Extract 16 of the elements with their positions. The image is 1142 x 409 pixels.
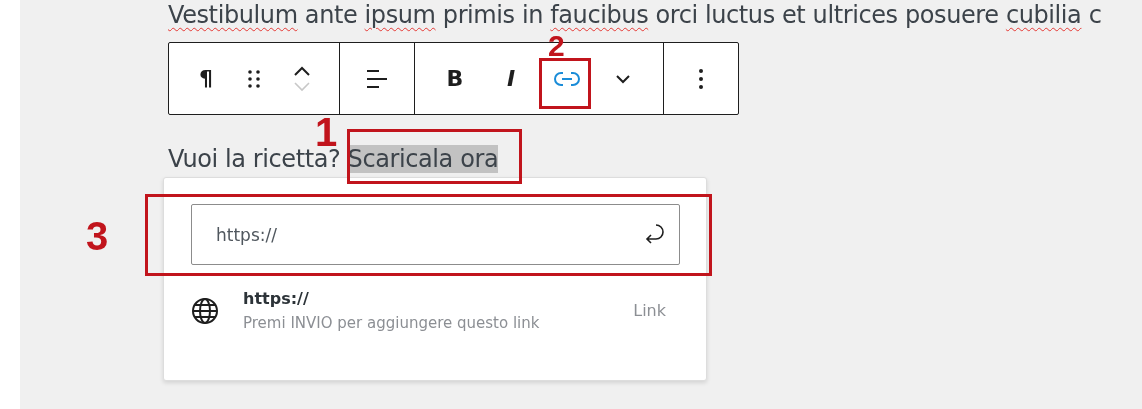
more-vertical-icon — [698, 67, 704, 90]
globe-icon — [191, 296, 219, 325]
chevron-down-icon — [615, 73, 631, 84]
paragraph-button[interactable]: ¶ — [182, 55, 230, 102]
paragraph-text: Vestibulum ante ipsum primis in faucibus orci luctus et ultrices posuere cubilia c — [168, 0, 1102, 30]
link-icon — [554, 70, 580, 87]
italic-button[interactable]: I — [483, 55, 539, 102]
url-input-field[interactable]: https:// — [191, 204, 680, 265]
move-up-icon[interactable] — [293, 65, 311, 77]
suggestion-title[interactable]: https:// — [243, 289, 634, 308]
suggestion-type: Link — [633, 301, 666, 320]
bold-button[interactable]: B — [427, 55, 483, 102]
annotation-number: 3 — [86, 216, 109, 256]
suggestion-hint: Premi INVIO per aggiungere questo link — [243, 314, 541, 332]
highlight-frame — [539, 58, 591, 109]
align-left-icon — [365, 68, 389, 89]
